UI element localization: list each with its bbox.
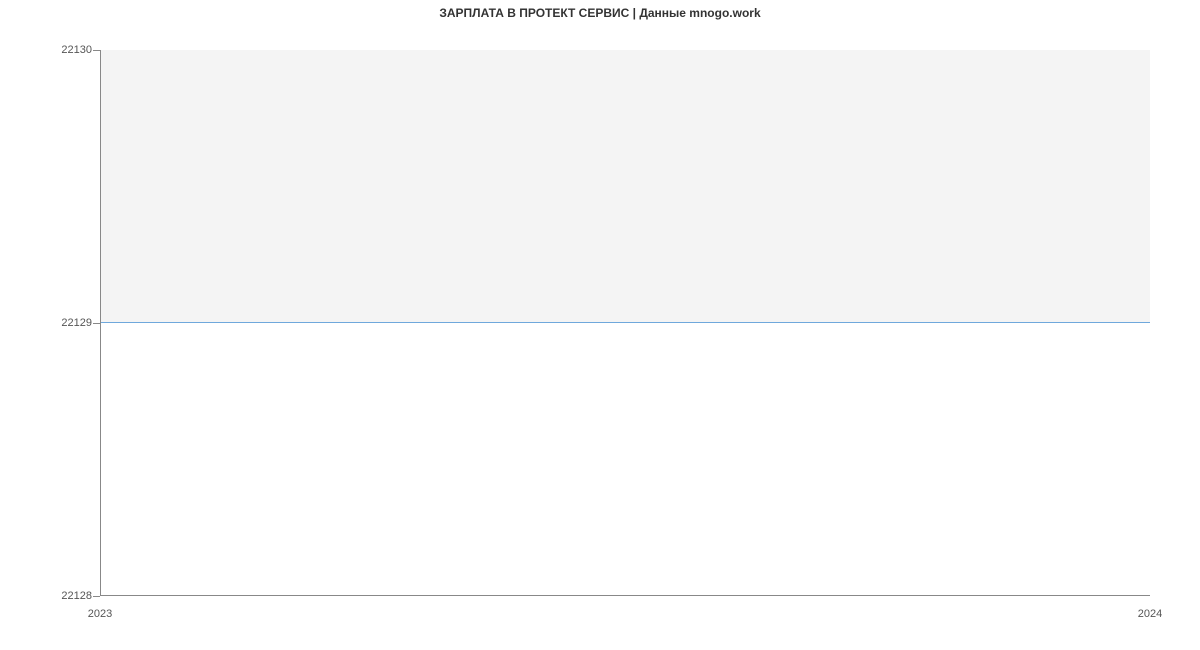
- plot-area: [100, 50, 1150, 596]
- y-tick-label: 22129: [61, 317, 92, 329]
- chart-title: ЗАРПЛАТА В ПРОТЕКТ СЕРВИС | Данные mnogo…: [0, 6, 1200, 20]
- y-tick: [93, 323, 100, 324]
- salary-line-chart: ЗАРПЛАТА В ПРОТЕКТ СЕРВИС | Данные mnogo…: [0, 0, 1200, 650]
- data-line: [101, 322, 1150, 323]
- y-tick-label: 22130: [61, 44, 92, 56]
- y-tick-label: 22128: [61, 590, 92, 602]
- x-tick-label: 2024: [1138, 608, 1162, 620]
- area-fill: [101, 50, 1150, 323]
- x-tick-label: 2023: [88, 608, 112, 620]
- y-tick: [93, 596, 100, 597]
- y-tick: [93, 50, 100, 51]
